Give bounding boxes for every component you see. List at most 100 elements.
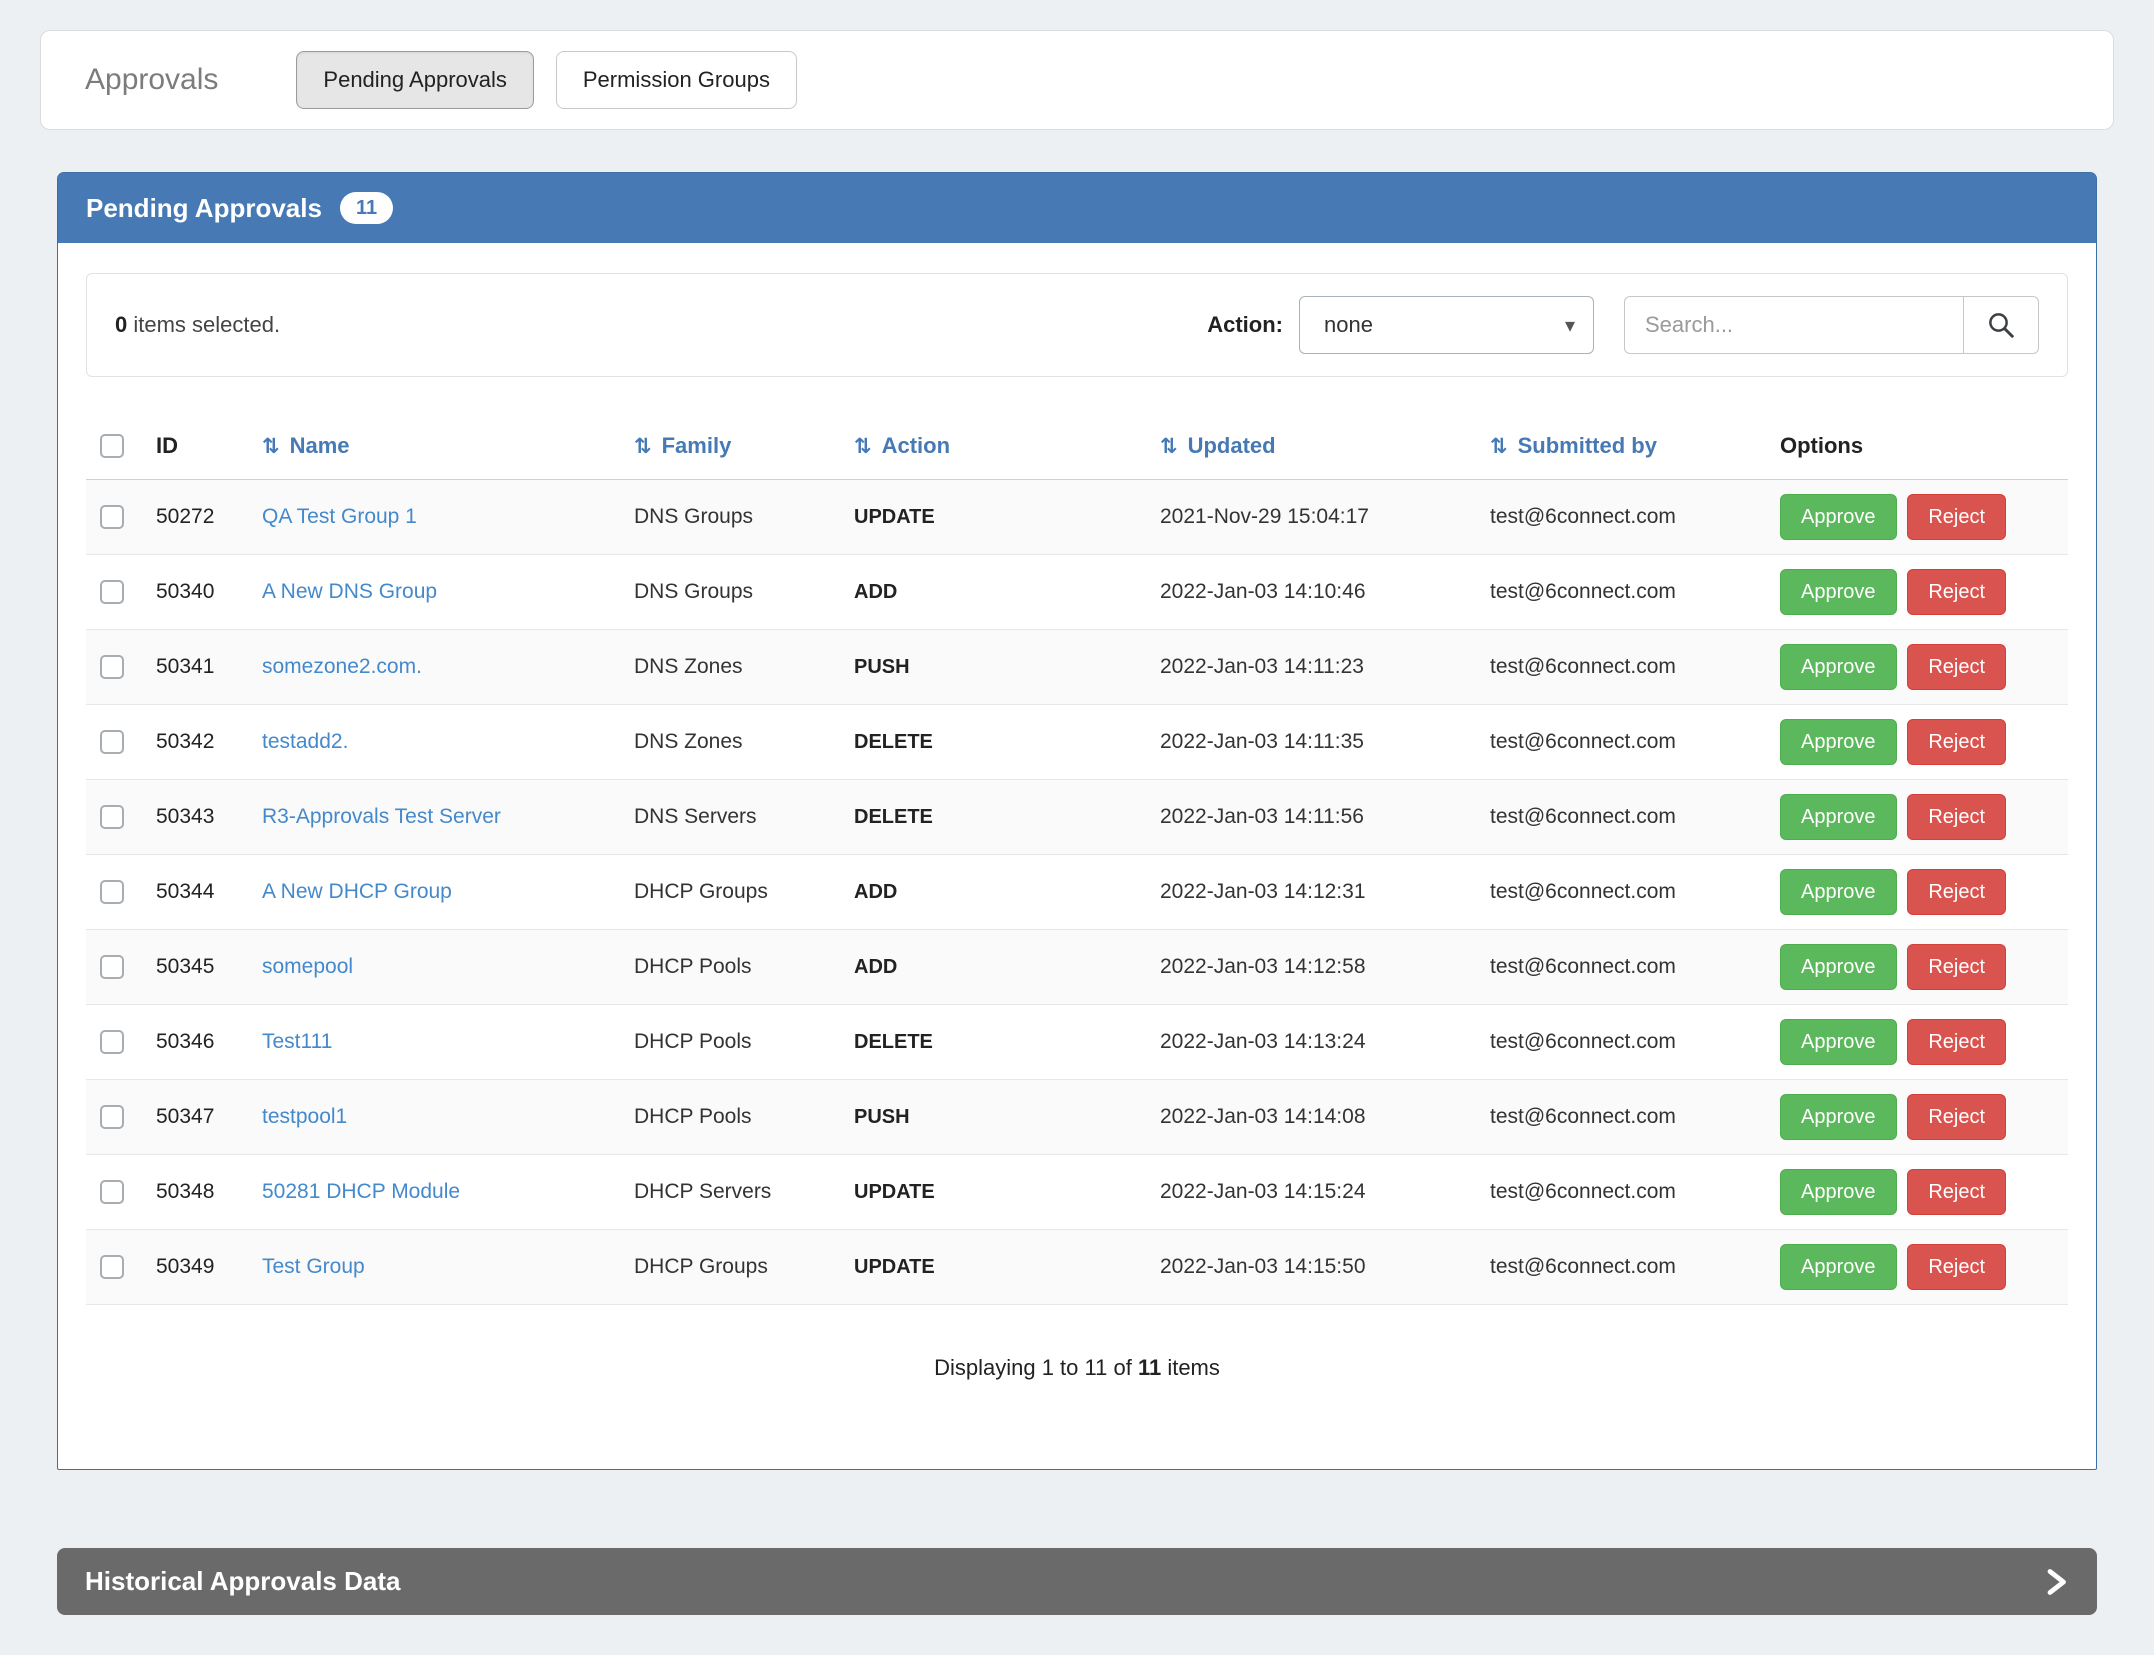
caret-down-icon: ▾ [1565, 313, 1575, 338]
pagination-suffix: items [1161, 1355, 1220, 1380]
row-id: 50343 [148, 780, 254, 855]
column-header-options: Options [1772, 413, 2068, 480]
reject-button[interactable]: Reject [1907, 1094, 2006, 1140]
historical-approvals-bar[interactable]: Historical Approvals Data [57, 1548, 2097, 1615]
tab-permission-groups[interactable]: Permission Groups [556, 51, 797, 109]
pagination-total: 11 [1138, 1355, 1161, 1380]
column-header-family[interactable]: ⇅Family [626, 413, 846, 480]
row-updated: 2021-Nov-29 15:04:17 [1152, 480, 1482, 555]
row-id: 50342 [148, 705, 254, 780]
row-submitted-by: test@6connect.com [1482, 1155, 1772, 1230]
reject-button[interactable]: Reject [1907, 494, 2006, 540]
row-submitted-by: test@6connect.com [1482, 855, 1772, 930]
selected-label: items selected. [127, 312, 280, 337]
row-updated: 2022-Jan-03 14:12:31 [1152, 855, 1482, 930]
row-action: UPDATE [846, 1230, 1152, 1305]
row-submitted-by: test@6connect.com [1482, 555, 1772, 630]
action-select[interactable]: none ▾ [1299, 296, 1594, 354]
row-name-link[interactable]: somepool [262, 955, 353, 978]
row-name-link[interactable]: Test Group [262, 1255, 365, 1278]
reject-button[interactable]: Reject [1907, 569, 2006, 615]
approve-button[interactable]: Approve [1780, 644, 1897, 690]
approve-button[interactable]: Approve [1780, 1019, 1897, 1065]
row-name-link[interactable]: QA Test Group 1 [262, 505, 417, 528]
table-header-row: ID ⇅Name ⇅Family ⇅Action ⇅Updated [86, 413, 2068, 480]
tab-pending-approvals[interactable]: Pending Approvals [296, 51, 533, 109]
row-updated: 2022-Jan-03 14:11:56 [1152, 780, 1482, 855]
row-id: 50349 [148, 1230, 254, 1305]
table-row: 50343 R3-Approvals Test Server DNS Serve… [86, 780, 2068, 855]
row-checkbox[interactable] [100, 1255, 124, 1279]
row-checkbox[interactable] [100, 880, 124, 904]
approve-button[interactable]: Approve [1780, 1094, 1897, 1140]
row-id: 50272 [148, 480, 254, 555]
row-family: DNS Groups [626, 480, 846, 555]
row-family: DHCP Servers [626, 1155, 846, 1230]
row-name-link[interactable]: Test111 [262, 1030, 332, 1053]
row-checkbox[interactable] [100, 1180, 124, 1204]
row-checkbox[interactable] [100, 655, 124, 679]
row-action: DELETE [846, 705, 1152, 780]
sort-icon: ⇅ [1160, 435, 1178, 458]
reject-button[interactable]: Reject [1907, 1169, 2006, 1215]
approve-button[interactable]: Approve [1780, 494, 1897, 540]
table-row: 50344 A New DHCP Group DHCP Groups ADD 2… [86, 855, 2068, 930]
reject-button[interactable]: Reject [1907, 1244, 2006, 1290]
row-checkbox[interactable] [100, 805, 124, 829]
row-checkbox[interactable] [100, 505, 124, 529]
row-name-link[interactable]: somezone2.com. [262, 655, 422, 678]
row-id: 50348 [148, 1155, 254, 1230]
column-header-submitted-by[interactable]: ⇅Submitted by [1482, 413, 1772, 480]
column-header-name[interactable]: ⇅Name [254, 413, 626, 480]
row-updated: 2022-Jan-03 14:12:58 [1152, 930, 1482, 1005]
pagination-summary: Displaying 1 to 11 of 11 items [86, 1355, 2068, 1381]
approve-button[interactable]: Approve [1780, 1169, 1897, 1215]
select-all-checkbox[interactable] [100, 434, 124, 458]
row-family: DNS Servers [626, 780, 846, 855]
approve-button[interactable]: Approve [1780, 1244, 1897, 1290]
row-checkbox[interactable] [100, 1105, 124, 1129]
row-action: ADD [846, 855, 1152, 930]
reject-button[interactable]: Reject [1907, 944, 2006, 990]
row-name-link[interactable]: testadd2. [262, 730, 348, 753]
select-all-cell [86, 413, 148, 480]
row-name-link[interactable]: A New DNS Group [262, 580, 437, 603]
reject-button[interactable]: Reject [1907, 719, 2006, 765]
reject-button[interactable]: Reject [1907, 644, 2006, 690]
row-updated: 2022-Jan-03 14:10:46 [1152, 555, 1482, 630]
row-name-link[interactable]: R3-Approvals Test Server [262, 805, 501, 828]
row-checkbox[interactable] [100, 1030, 124, 1054]
row-checkbox[interactable] [100, 580, 124, 604]
column-header-action[interactable]: ⇅Action [846, 413, 1152, 480]
row-family: DHCP Pools [626, 1005, 846, 1080]
reject-button[interactable]: Reject [1907, 869, 2006, 915]
approve-button[interactable]: Approve [1780, 794, 1897, 840]
column-label-options: Options [1780, 433, 1863, 458]
row-submitted-by: test@6connect.com [1482, 480, 1772, 555]
page: Approvals Pending Approvals Permission G… [0, 0, 2154, 1655]
reject-button[interactable]: Reject [1907, 794, 2006, 840]
row-checkbox[interactable] [100, 955, 124, 979]
approve-button[interactable]: Approve [1780, 944, 1897, 990]
row-submitted-by: test@6connect.com [1482, 1005, 1772, 1080]
row-name-link[interactable]: testpool1 [262, 1105, 347, 1128]
pagination-prefix: Displaying 1 to 11 of [934, 1355, 1138, 1380]
reject-button[interactable]: Reject [1907, 1019, 2006, 1065]
row-checkbox[interactable] [100, 730, 124, 754]
approve-button[interactable]: Approve [1780, 719, 1897, 765]
search-input[interactable] [1624, 296, 1964, 354]
row-updated: 2022-Jan-03 14:11:23 [1152, 630, 1482, 705]
table-row: 50345 somepool DHCP Pools ADD 2022-Jan-0… [86, 930, 2068, 1005]
row-family: DHCP Pools [626, 1080, 846, 1155]
search-button[interactable] [1963, 296, 2039, 354]
row-action: UPDATE [846, 1155, 1152, 1230]
table-row: 50347 testpool1 DHCP Pools PUSH 2022-Jan… [86, 1080, 2068, 1155]
column-header-updated[interactable]: ⇅Updated [1152, 413, 1482, 480]
approve-button[interactable]: Approve [1780, 569, 1897, 615]
row-action: ADD [846, 555, 1152, 630]
row-name-link[interactable]: A New DHCP Group [262, 880, 452, 903]
panel-title: Pending Approvals [86, 193, 322, 224]
approve-button[interactable]: Approve [1780, 869, 1897, 915]
table-row: 50340 A New DNS Group DNS Groups ADD 202… [86, 555, 2068, 630]
row-name-link[interactable]: 50281 DHCP Module [262, 1180, 460, 1203]
